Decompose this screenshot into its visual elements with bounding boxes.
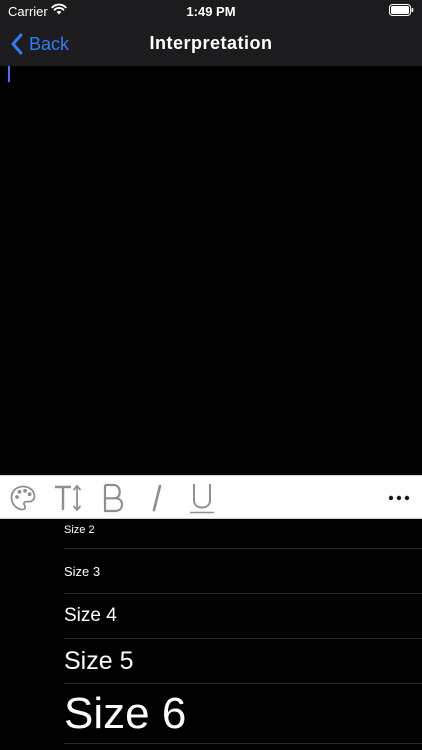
status-time: 1:49 PM [186, 4, 236, 19]
italic-icon [152, 484, 162, 512]
size-options-list: Size 2 Size 3 Size 4 Size 5 Size 6 [0, 519, 422, 750]
italic-button[interactable] [140, 480, 174, 516]
status-bar: Carrier 1:49 PM [0, 0, 422, 22]
battery-icon [389, 4, 414, 16]
size-option-6[interactable]: Size 6 [64, 684, 422, 744]
formatting-toolbar [0, 475, 422, 519]
screen: Carrier 1:49 PM Back Interpretation Size… [0, 0, 422, 750]
text-editor[interactable] [0, 66, 422, 475]
text-size-icon [55, 484, 82, 512]
size-option-3[interactable]: Size 3 [64, 549, 422, 594]
underline-button[interactable] [184, 480, 220, 516]
bold-button[interactable] [96, 480, 130, 516]
navigation-bar: Back Interpretation [0, 22, 422, 66]
underline-icon [190, 484, 214, 514]
size-option-2[interactable]: Size 2 [64, 519, 422, 549]
more-button[interactable] [384, 480, 414, 516]
size-option-label: Size 2 [64, 523, 95, 536]
more-icon [388, 495, 410, 501]
palette-icon [10, 485, 36, 511]
size-option-label: Size 3 [64, 563, 101, 579]
size-option-label: Size 4 [64, 605, 117, 626]
size-option-4[interactable]: Size 4 [64, 594, 422, 639]
text-cursor [8, 66, 10, 82]
page-title: Interpretation [149, 33, 273, 53]
color-button[interactable] [6, 480, 40, 516]
size-option-label: Size 6 [64, 688, 187, 738]
size-option-5[interactable]: Size 5 [64, 639, 422, 684]
bold-icon [103, 483, 124, 513]
text-size-button[interactable] [50, 480, 86, 516]
size-option-label: Size 5 [64, 646, 134, 675]
